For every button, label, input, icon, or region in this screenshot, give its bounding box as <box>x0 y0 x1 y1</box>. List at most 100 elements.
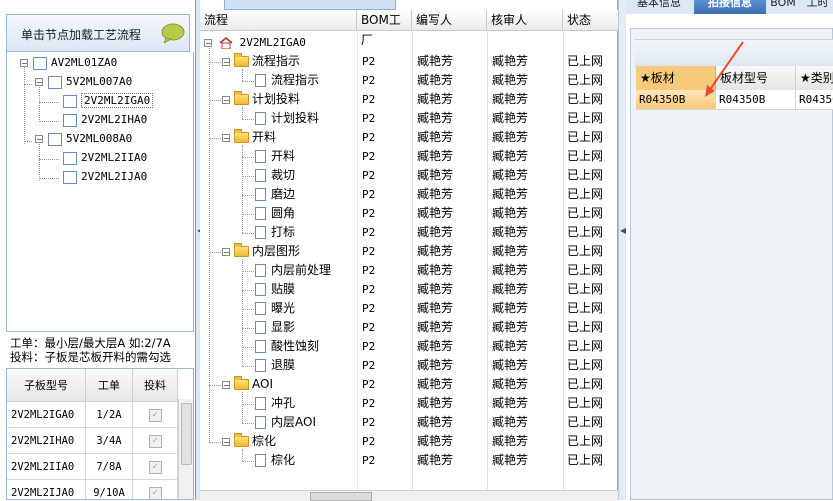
tab-bom[interactable]: BOM <box>768 0 798 14</box>
tree-node[interactable]: 2V2ML2IJA0 <box>63 168 147 186</box>
writer-cell: 臧艳芳 <box>417 73 454 87</box>
process-step-row[interactable]: 酸性蚀刻 P2 臧艳芳 臧艳芳 已上网 <box>200 337 618 356</box>
table-row[interactable]: 2V2ML2IJA0 9/10A ✓ <box>7 479 178 499</box>
column-header[interactable]: 投料 <box>132 369 178 402</box>
header-bom-factory[interactable]: BOM工厂 <box>357 10 412 47</box>
table-row[interactable]: 2V2ML2IGA0 1/2A ✓ <box>7 401 178 428</box>
process-group-row[interactable]: − 计划投料 P2 臧艳芳 臧艳芳 已上网 <box>200 90 618 109</box>
horizontal-scrollbar[interactable] <box>200 490 618 501</box>
detail-tabs: 基本信息 拍接信息 BOM 工时 <box>626 0 833 14</box>
header-writer[interactable]: 编写人 <box>412 10 487 30</box>
header-reviewer[interactable]: 核审人 <box>487 10 563 30</box>
detail-panel: 基本信息 拍接信息 BOM 工时 ★板材 板材型号 ★类别 R04350B R0… <box>626 0 833 500</box>
tree-line <box>242 176 254 177</box>
process-step-row[interactable]: 圆角 P2 臧艳芳 臧艳芳 已上网 <box>200 204 618 223</box>
table-row[interactable]: 2V2ML2IIA0 7/8A ✓ <box>7 453 178 480</box>
order-cell[interactable]: 9/10A <box>85 479 133 499</box>
process-label: 圆角 <box>271 206 296 220</box>
reviewer-cell: 臧艳芳 <box>492 206 529 220</box>
order-cell[interactable]: 1/2A <box>85 401 133 428</box>
process-group-row[interactable]: − 开料 P2 臧艳芳 臧艳芳 已上网 <box>200 128 618 147</box>
reviewer-cell: 臧艳芳 <box>492 73 529 87</box>
process-step-row[interactable]: 内层前处理 P2 臧艳芳 臧艳芳 已上网 <box>200 261 618 280</box>
feed-checkbox[interactable]: ✓ <box>148 460 162 474</box>
factory-cell: P2 <box>362 283 376 296</box>
writer-cell: 臧艳芳 <box>417 339 454 353</box>
header-status[interactable]: 状态 <box>563 10 618 30</box>
process-step-row[interactable]: 退膜 P2 臧艳芳 臧艳芳 已上网 <box>200 356 618 375</box>
collapse-toggle[interactable]: − <box>35 135 43 144</box>
header-process[interactable]: 流程 <box>200 10 357 30</box>
reviewer-cell: 臧艳芳 <box>492 415 529 429</box>
reviewer-cell: 臧艳芳 <box>492 320 529 334</box>
collapse-toggle[interactable]: − <box>35 78 43 87</box>
tab-laminate-info[interactable]: 拍接信息 <box>694 0 766 14</box>
table-row[interactable]: 2V2ML2IHA0 3/4A ✓ <box>7 427 178 454</box>
collapse-toggle[interactable]: − <box>222 437 230 446</box>
tree-node[interactable]: 5V2ML008A0 <box>48 130 132 148</box>
tree-line <box>242 271 254 272</box>
tree-node[interactable]: 2V2ML2IHA0 <box>63 111 147 129</box>
process-name: − 计划投料 <box>222 90 300 109</box>
process-step-row[interactable]: 计划投料 P2 臧艳芳 臧艳芳 已上网 <box>200 109 618 128</box>
process-step-row[interactable]: 裁切 P2 臧艳芳 臧艳芳 已上网 <box>200 166 618 185</box>
collapse-toggle[interactable]: − <box>222 95 230 104</box>
tab-basic-info[interactable]: 基本信息 <box>626 0 692 14</box>
scroll-thumb[interactable] <box>181 403 192 465</box>
reviewer-cell: 臧艳芳 <box>492 244 529 258</box>
column-header[interactable]: 子板型号 <box>7 369 86 402</box>
factory-cell: P2 <box>362 55 376 68</box>
process-step-row[interactable]: 显影 P2 臧艳芳 臧艳芳 已上网 <box>200 318 618 337</box>
process-step-row[interactable]: 贴膜 P2 臧艳芳 臧艳芳 已上网 <box>200 280 618 299</box>
factory-cell: P2 <box>362 131 376 144</box>
feed-checkbox[interactable]: ✓ <box>148 486 162 499</box>
tree-line <box>209 62 221 63</box>
writer-cell: 臧艳芳 <box>417 111 454 125</box>
process-step-row[interactable]: 内层AOI P2 臧艳芳 臧艳芳 已上网 <box>200 413 618 432</box>
column-header[interactable]: ★类别 <box>796 66 833 90</box>
column-header[interactable]: 工单 <box>85 369 133 402</box>
status-cell: 已上网 <box>567 453 604 467</box>
collapse-toggle[interactable]: − <box>222 247 230 256</box>
load-process-header[interactable]: 单击节点加载工艺流程 <box>6 14 190 52</box>
process-step-row[interactable]: 棕化 P2 臧艳芳 臧艳芳 已上网 <box>200 451 618 470</box>
process-label: 流程指示 <box>252 54 301 68</box>
tree-node[interactable]: 5V2ML007A0 <box>48 73 132 91</box>
status-cell: 已上网 <box>567 263 604 277</box>
process-group-row[interactable]: − 内层图形 P2 臧艳芳 臧艳芳 已上网 <box>200 242 618 261</box>
tree-root[interactable]: − 2V2ML2IGA0 <box>204 33 306 52</box>
collapse-toggle[interactable]: − <box>204 38 212 47</box>
tree-node[interactable]: AV2ML01ZA0 <box>33 54 117 72</box>
tab-work-hours[interactable]: 工时 <box>802 0 833 14</box>
process-step-row[interactable]: 曝光 P2 臧艳芳 臧艳芳 已上网 <box>200 299 618 318</box>
collapse-toggle[interactable]: − <box>222 133 230 142</box>
tree-node[interactable]: 2V2ML2IIA0 <box>63 149 147 167</box>
process-group-row[interactable]: − AOI P2 臧艳芳 臧艳芳 已上网 <box>200 375 618 394</box>
process-name: 贴膜 <box>255 280 295 299</box>
process-step-row[interactable]: 开料 P2 臧艳芳 臧艳芳 已上网 <box>200 147 618 166</box>
collapse-toggle[interactable]: − <box>222 380 230 389</box>
tree-line <box>242 423 254 424</box>
document-icon <box>255 188 266 201</box>
document-icon <box>255 169 266 182</box>
order-cell[interactable]: 3/4A <box>85 427 133 454</box>
order-cell[interactable]: 7/8A <box>85 453 133 480</box>
process-tab[interactable] <box>224 0 396 10</box>
feed-checkbox[interactable]: ✓ <box>148 408 162 422</box>
process-step-row[interactable]: 冲孔 P2 臧艳芳 臧艳芳 已上网 <box>200 394 618 413</box>
tree-node-selected[interactable]: 2V2ML2IGA0 <box>63 92 154 110</box>
collapse-toggle[interactable]: − <box>222 57 230 66</box>
process-group-row[interactable]: − 棕化 P2 臧艳芳 臧艳芳 已上网 <box>200 432 618 451</box>
tree-line <box>209 138 221 139</box>
feed-checkbox[interactable]: ✓ <box>148 434 162 448</box>
factory-cell: P2 <box>362 74 376 87</box>
process-step-row[interactable]: 磨边 P2 臧艳芳 臧艳芳 已上网 <box>200 185 618 204</box>
vertical-scrollbar[interactable] <box>178 399 193 499</box>
process-name: 开料 <box>255 147 295 166</box>
process-step-row[interactable]: 流程指示 P2 臧艳芳 臧艳芳 已上网 <box>200 71 618 90</box>
process-group-row[interactable]: − 流程指示 P2 臧艳芳 臧艳芳 已上网 <box>200 52 618 71</box>
process-step-row[interactable]: 打标 P2 臧艳芳 臧艳芳 已上网 <box>200 223 618 242</box>
collapse-toggle[interactable]: − <box>20 59 28 68</box>
model-cell: 2V2ML2IJA0 <box>7 479 86 499</box>
category-cell[interactable]: R04350B <box>796 90 833 110</box>
